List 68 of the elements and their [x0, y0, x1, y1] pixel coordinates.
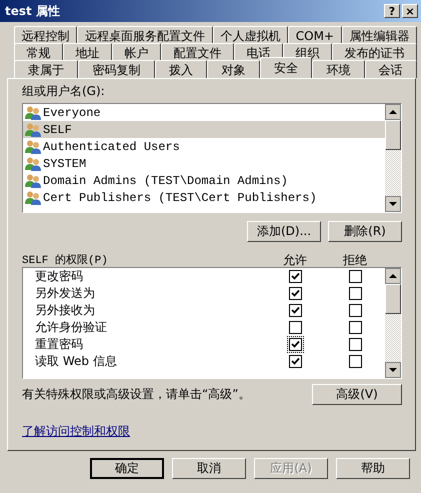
- tab[interactable]: 常规: [14, 43, 63, 61]
- tab[interactable]: 安全: [260, 57, 312, 78]
- checkbox[interactable]: [348, 355, 362, 368]
- user-item[interactable]: Authenticated Users: [23, 138, 385, 155]
- checkbox[interactable]: [288, 304, 302, 317]
- permission-name: 重置密码: [34, 336, 84, 353]
- permission-name: 另外接收为: [34, 302, 96, 319]
- help-button[interactable]: ?: [384, 4, 400, 18]
- scroll-down-icon[interactable]: [385, 362, 401, 378]
- tab[interactable]: 环境: [312, 60, 365, 78]
- user-button[interactable]: 删除(R): [328, 221, 402, 242]
- tab[interactable]: 密码复制: [78, 60, 155, 78]
- users-icon: [25, 190, 41, 204]
- permissions-label: SELF 的权限(P): [22, 253, 109, 267]
- users-icon: [25, 106, 41, 120]
- tab[interactable]: 属性编辑器: [342, 26, 418, 44]
- tab[interactable]: 远程控制: [14, 26, 78, 44]
- scroll-up-icon[interactable]: [385, 104, 401, 120]
- dialog-button[interactable]: 确定: [90, 458, 164, 479]
- window-title: test 属性: [5, 2, 61, 20]
- users-icon: [25, 174, 41, 188]
- user-item[interactable]: Domain Admins (TEST\Domain Admins): [23, 172, 385, 189]
- permission-name: 更改密码: [34, 268, 84, 285]
- tab[interactable]: 会话: [364, 60, 417, 78]
- scroll-up-icon[interactable]: [385, 268, 401, 284]
- user-button[interactable]: 添加(D)...: [247, 221, 321, 242]
- column-header: 允许: [282, 252, 308, 267]
- advanced-hint: 有关特殊权限或高级设置，请单击“高级”。: [22, 386, 250, 403]
- tab[interactable]: 个人虚拟机: [212, 26, 288, 44]
- user-list[interactable]: Everyone SELF Authenticated Users SYSTEM Domain Admins (TEST\Domain Admins) Cert Publishers (TEST\Cert Publishers): [22, 103, 402, 213]
- user-item[interactable]: SELF: [23, 121, 385, 138]
- user-item[interactable]: Everyone: [23, 104, 385, 121]
- close-button[interactable]: ×: [402, 4, 418, 18]
- checkbox[interactable]: [288, 287, 302, 300]
- tab[interactable]: 拨入: [154, 60, 208, 78]
- checkbox[interactable]: [348, 338, 362, 351]
- tab[interactable]: 帐户: [112, 43, 161, 61]
- tab[interactable]: 隶属于: [14, 60, 78, 78]
- scroll-thumb[interactable]: [385, 120, 401, 150]
- advanced-button[interactable]: 高级(V): [312, 384, 402, 405]
- checkbox[interactable]: [288, 355, 302, 368]
- user-item[interactable]: Cert Publishers (TEST\Cert Publishers): [23, 189, 385, 206]
- checkbox[interactable]: [288, 270, 302, 283]
- checkbox[interactable]: [348, 321, 362, 334]
- tab[interactable]: 配置文件: [161, 43, 234, 61]
- permission-name: 另外发送为: [34, 285, 96, 302]
- tab[interactable]: COM+: [288, 26, 342, 44]
- dialog-button[interactable]: 帮助: [336, 458, 410, 479]
- column-header: 拒绝: [342, 252, 368, 267]
- permission-name: 读取 Web 信息: [34, 353, 118, 370]
- group-label: 组或用户名(G):: [22, 84, 105, 98]
- checkbox[interactable]: [348, 304, 362, 317]
- users-icon: [25, 122, 41, 136]
- checkbox[interactable]: [348, 270, 362, 283]
- tab[interactable]: 对象: [207, 60, 260, 78]
- help-link[interactable]: 了解访问控制和权限: [22, 423, 130, 440]
- tab[interactable]: 发布的证书: [332, 43, 417, 61]
- tab[interactable]: 地址: [63, 43, 112, 61]
- permission-name: 允许身份验证: [34, 319, 108, 336]
- dialog-button[interactable]: 取消: [172, 458, 246, 479]
- scroll-down-icon[interactable]: [385, 196, 401, 212]
- checkbox[interactable]: [348, 287, 362, 300]
- scroll-thumb[interactable]: [385, 284, 401, 314]
- tab[interactable]: 远程桌面服务配置文件: [77, 26, 213, 44]
- user-item[interactable]: SYSTEM: [23, 155, 385, 172]
- checkbox[interactable]: [288, 321, 302, 334]
- users-icon: [25, 156, 41, 170]
- users-icon: [25, 140, 41, 154]
